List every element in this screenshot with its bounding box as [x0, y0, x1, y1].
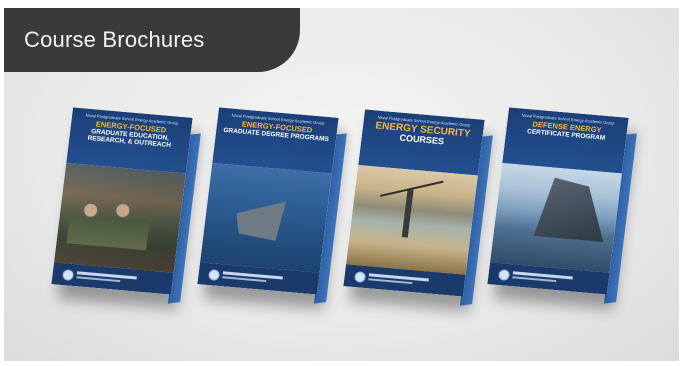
logo-icon — [497, 269, 511, 281]
brochure-photo — [490, 163, 622, 273]
brochure-photo — [54, 163, 186, 273]
brochure-defense-energy-certificate: Naval Postgraduate School Energy Academi… — [487, 107, 637, 304]
brochure-photo — [346, 165, 478, 275]
brochure-cover: Naval Postgraduate School Energy Academi… — [487, 107, 629, 295]
brochure-title-band: Naval Postgraduate School Energy Academi… — [66, 107, 193, 174]
warship-image — [534, 176, 611, 242]
brochure-graduate-education: Naval Postgraduate School Energy Academi… — [51, 107, 201, 304]
logo-icon — [61, 269, 75, 281]
logo-icon — [353, 271, 367, 283]
brochure-energy-security-courses: Naval Postgraduate School Energy Academi… — [343, 109, 493, 306]
students-image — [66, 193, 153, 251]
aircraft-carrier-image — [233, 197, 286, 241]
brochure-title-band: Naval Postgraduate School Energy Academi… — [502, 107, 629, 174]
logo-icon — [207, 269, 221, 281]
brochure-cover: Naval Postgraduate School Energy Academi… — [197, 107, 339, 295]
brochure-cover: Naval Postgraduate School Energy Academi… — [343, 109, 485, 297]
brochure-title-band: Naval Postgraduate School Energy Academi… — [358, 109, 485, 176]
brochure-showcase-image: Course Brochures Naval Postgraduate Scho… — [4, 8, 679, 361]
wind-turbine-image — [401, 189, 414, 238]
section-title: Course Brochures — [24, 27, 205, 52]
brochure-title-band: Naval Postgraduate School Energy Academi… — [212, 107, 339, 174]
section-header-tab: Course Brochures — [4, 8, 300, 72]
brochure-graduate-degree-programs: Naval Postgraduate School Energy Academi… — [197, 107, 347, 304]
brochure-photo — [200, 163, 332, 273]
brochure-cover: Naval Postgraduate School Energy Academi… — [51, 107, 193, 295]
